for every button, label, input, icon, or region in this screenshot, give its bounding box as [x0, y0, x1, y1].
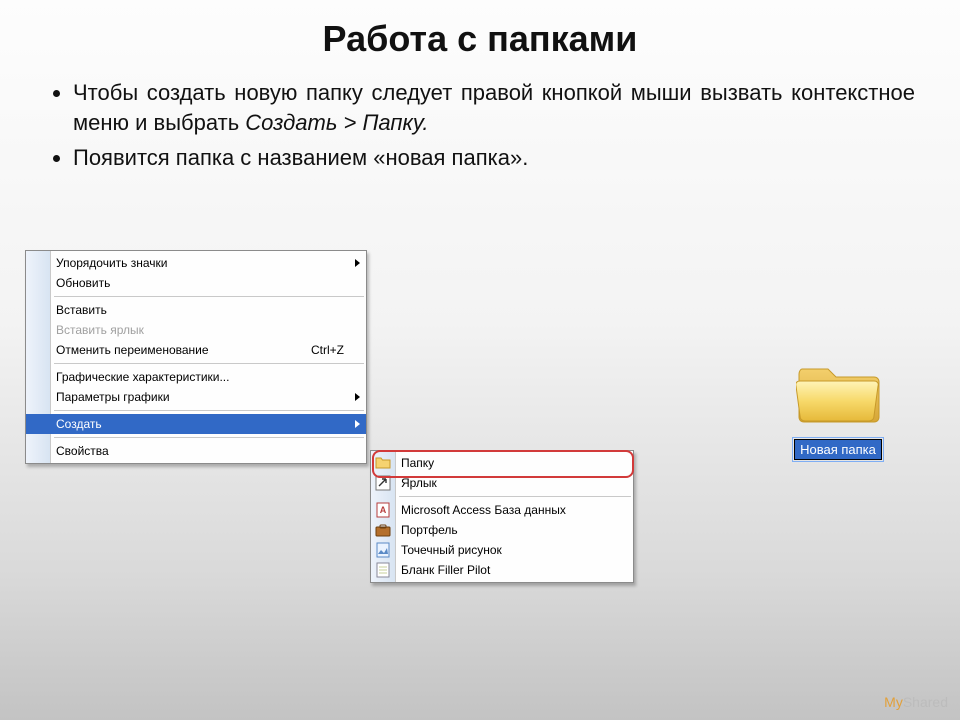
menu-separator	[54, 296, 364, 297]
bullet-1-emphasis: Создать > Папку.	[245, 110, 428, 135]
watermark: MyShared	[884, 694, 948, 710]
svg-text:A: A	[380, 505, 387, 515]
slide: Работа с папками Чтобы создать новую пап…	[0, 0, 960, 720]
submenu-item-access-db[interactable]: A Microsoft Access База данных	[371, 500, 633, 520]
create-submenu[interactable]: Папку Ярлык A Microsoft Access База данн…	[370, 450, 634, 583]
submenu-item-briefcase[interactable]: Портфель	[371, 520, 633, 540]
watermark-shared: Shared	[903, 694, 948, 710]
chevron-right-icon	[355, 259, 360, 267]
menu-separator	[399, 496, 631, 497]
submenu-item-filler-pilot[interactable]: Бланк Filler Pilot	[371, 560, 633, 580]
menu-item-undo-rename[interactable]: Отменить переименование Ctrl+Z	[26, 340, 366, 360]
submenu-item-bitmap[interactable]: Точечный рисунок	[371, 540, 633, 560]
shortcut-text: Ctrl+Z	[311, 343, 344, 357]
menu-separator	[54, 363, 364, 364]
watermark-my: My	[884, 694, 903, 710]
context-menu[interactable]: Упорядочить значки Обновить Вставить Вст…	[25, 250, 367, 464]
submenu-item-shortcut[interactable]: Ярлык	[371, 473, 633, 493]
menu-item-paste-shortcut: Вставить ярлык	[26, 320, 366, 340]
menu-item-properties[interactable]: Свойства	[26, 441, 366, 461]
briefcase-icon	[375, 522, 391, 538]
new-folder[interactable]: Новая папка	[788, 355, 888, 460]
chevron-right-icon	[355, 420, 360, 428]
bullet-1: Чтобы создать новую папку следует правой…	[73, 78, 915, 137]
bullet-2: Появится папка с названием «новая папка»…	[73, 143, 915, 173]
menu-item-graphics-params[interactable]: Параметры графики	[26, 387, 366, 407]
menu-separator	[54, 437, 364, 438]
chevron-right-icon	[355, 393, 360, 401]
bullet-1-text: Чтобы создать новую папку следует правой…	[73, 80, 915, 135]
shortcut-icon	[375, 475, 391, 491]
folder-name-edit[interactable]: Новая папка	[794, 439, 882, 460]
folder-icon	[375, 455, 391, 471]
menu-item-graphics-properties[interactable]: Графические характеристики...	[26, 367, 366, 387]
access-db-icon: A	[375, 502, 391, 518]
menu-item-paste[interactable]: Вставить	[26, 300, 366, 320]
menu-item-create[interactable]: Создать	[26, 414, 366, 434]
bullet-list: Чтобы создать новую папку следует правой…	[45, 78, 915, 173]
menu-item-arrange-icons[interactable]: Упорядочить значки	[26, 253, 366, 273]
menu-item-refresh[interactable]: Обновить	[26, 273, 366, 293]
folder-large-icon	[796, 355, 880, 425]
menu-separator	[54, 410, 364, 411]
page-title: Работа с папками	[0, 0, 960, 60]
form-icon	[375, 562, 391, 578]
submenu-item-folder[interactable]: Папку	[371, 453, 633, 473]
bitmap-icon	[375, 542, 391, 558]
